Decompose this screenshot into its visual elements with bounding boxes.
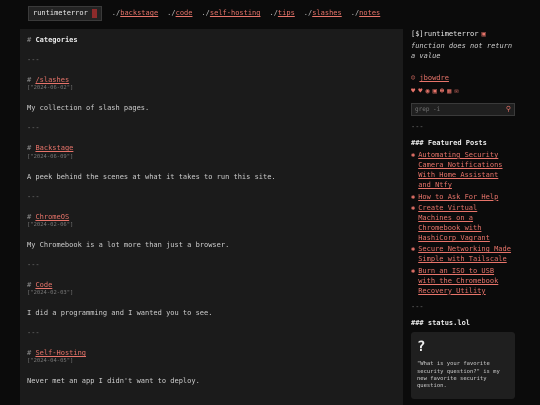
- entry-date: ["2024-06-09"]: [27, 153, 74, 160]
- heart-icon[interactable]: ♥: [418, 86, 422, 96]
- category-entry: # Code ["2024-02-03"] I did a programmin…: [27, 280, 396, 318]
- mastodon-icon[interactable]: ▣: [433, 86, 437, 96]
- featured-post-link[interactable]: Burn an ISO to USB with the Chromebook R…: [418, 266, 515, 296]
- star-icon: ✺: [411, 266, 416, 275]
- entry-description: Never met an app I didn't want to deploy…: [27, 377, 200, 386]
- nav-link-slashes[interactable]: ./slashes: [304, 8, 342, 18]
- main-content: # Categories --- # /slashes ["2024-06-02…: [20, 29, 403, 405]
- sidebar: [$]runtimeterror ▣ function does not ret…: [411, 29, 515, 405]
- rss-icon[interactable]: ▣: [481, 29, 485, 39]
- list-item: ✺ Burn an ISO to USB with the Chromebook …: [411, 266, 515, 296]
- category-entry: # Self-Hosting ["2024-04-05"] Never met …: [27, 348, 396, 386]
- featured-post-link[interactable]: How to Ask For Help: [418, 192, 498, 202]
- list-item: ✺ Secure Networking Made Simple with Tail…: [411, 244, 515, 264]
- search-icon[interactable]: ⚲: [506, 104, 511, 114]
- separator: ---: [27, 329, 40, 338]
- category-link-backstage[interactable]: Backstage: [35, 144, 73, 152]
- separator: ---: [27, 260, 40, 269]
- star-icon: ✺: [411, 203, 416, 212]
- list-item: ✺ Create Virtual Machines on a Chromebook…: [411, 203, 515, 244]
- featured-post-link[interactable]: Automating Security Camera Notifications…: [418, 150, 515, 191]
- user-icon: ☺: [411, 74, 416, 83]
- page-title: # Categories: [27, 36, 78, 44]
- status-card[interactable]: ? "What is your favorite security questi…: [411, 332, 515, 399]
- featured-heading: ### Featured Posts: [411, 138, 487, 147]
- separator: ---: [27, 192, 40, 201]
- entry-date: ["2024-04-05"]: [27, 358, 74, 365]
- featured-post-link[interactable]: Secure Networking Made Simple with Tails…: [418, 244, 515, 264]
- category-link-self-hosting[interactable]: Self-Hosting: [35, 349, 86, 357]
- entry-date: ["2024-06-02"]: [27, 85, 74, 92]
- entry-date: ["2024-02-06"]: [27, 221, 74, 228]
- site-brand[interactable]: runtimeterror: [28, 6, 102, 21]
- nav-link-backstage[interactable]: ./backstage: [112, 8, 158, 18]
- social-icons: ♥ ♥ ◉ ▣ ☻ ▦ ✉: [411, 86, 515, 96]
- category-link-slashes[interactable]: /slashes: [35, 76, 69, 84]
- category-entry: # ChromeOS ["2024-02-06"] My Chromebook …: [27, 212, 396, 250]
- entry-description: I did a programming and I wanted you to …: [27, 309, 213, 317]
- nav-links: ./backstage ./code ./self-hosting ./tips…: [112, 8, 380, 18]
- status-heading: ### status.lol: [411, 319, 471, 328]
- mail-icon[interactable]: ✉: [454, 86, 458, 96]
- heart-icon[interactable]: ♥: [411, 86, 415, 96]
- star-icon: ✺: [411, 245, 416, 254]
- featured-posts: ✺ Automating Security Camera Notification…: [411, 150, 515, 296]
- github-icon[interactable]: ◉: [425, 86, 429, 96]
- status-emoji: ?: [417, 339, 426, 356]
- cursor-icon: [91, 9, 97, 18]
- entry-description: My Chromebook is a lot more than just a …: [27, 240, 230, 249]
- entry-description: My collection of slash pages.: [27, 104, 150, 113]
- entry-description: A peek behind the scenes at what it take…: [27, 172, 276, 181]
- star-icon: ✺: [411, 192, 416, 201]
- site-brand-label: runtimeterror: [33, 9, 88, 18]
- user-link[interactable]: jbowdre: [419, 74, 449, 82]
- nav-link-self-hosting[interactable]: ./self-hosting: [201, 8, 260, 18]
- separator: ---: [411, 302, 424, 311]
- tagline: function does not return a value: [411, 42, 513, 61]
- star-icon: ✺: [411, 150, 416, 159]
- separator: ---: [27, 56, 40, 65]
- top-nav: runtimeterror ./backstage ./code ./self-…: [28, 6, 380, 21]
- separator: ---: [27, 124, 40, 133]
- list-item: ✺ How to Ask For Help: [411, 192, 515, 202]
- search-input[interactable]: [415, 105, 495, 113]
- category-entry: # Backstage ["2024-06-09"] A peek behind…: [27, 143, 396, 181]
- category-link-chromeos[interactable]: ChromeOS: [35, 213, 69, 221]
- matrix-icon[interactable]: ▦: [447, 86, 451, 96]
- nav-link-notes[interactable]: ./notes: [351, 8, 381, 18]
- status-text: "What is your favorite security question…: [417, 361, 500, 390]
- entry-date: ["2024-02-03"]: [27, 290, 74, 297]
- list-item: ✺ Automating Security Camera Notification…: [411, 150, 515, 191]
- featured-post-link[interactable]: Create Virtual Machines on a Chromebook …: [418, 203, 515, 244]
- separator: ---: [411, 122, 424, 131]
- site-title: [$]runtimeterror: [411, 30, 479, 38]
- omg-icon[interactable]: ☻: [440, 86, 444, 96]
- search-box: ⚲: [411, 102, 515, 116]
- category-entry: # /slashes ["2024-06-02"] My collection …: [27, 75, 396, 113]
- category-link-code[interactable]: Code: [35, 281, 52, 289]
- nav-link-tips[interactable]: ./tips: [269, 8, 294, 18]
- nav-link-code[interactable]: ./code: [167, 8, 192, 18]
